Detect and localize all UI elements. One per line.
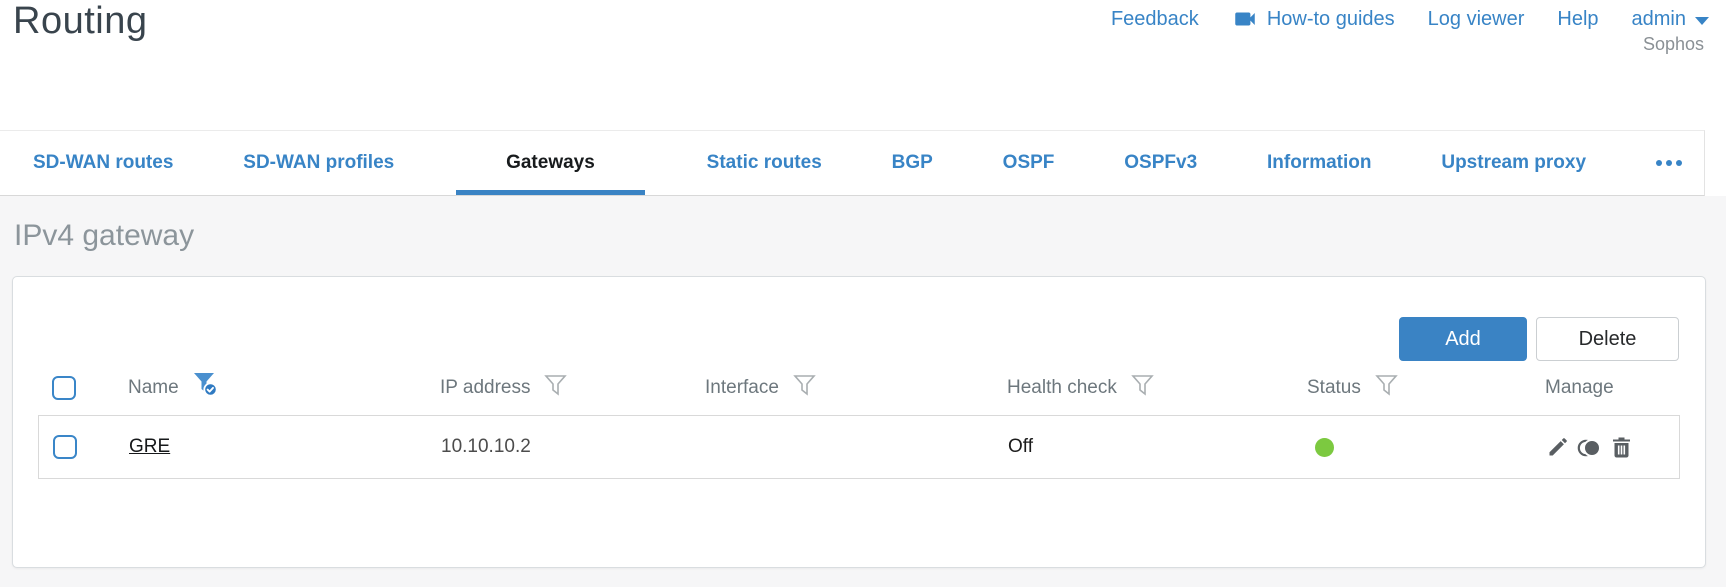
table-header-row: Name IP address Interface Health check S…	[38, 361, 1680, 415]
row-checkbox[interactable]	[53, 435, 77, 459]
tab-sdwan-routes[interactable]: SD-WAN routes	[25, 131, 181, 195]
gateway-ip-cell: 10.10.10.2	[441, 436, 531, 457]
help-link[interactable]: Help	[1557, 8, 1598, 31]
filter-active-icon[interactable]	[193, 372, 222, 404]
brand-label: Sophos	[1642, 34, 1704, 54]
page-title: Routing	[13, 0, 148, 42]
content-area: IPv4 gateway Add Delete Name IP address …	[0, 196, 1726, 587]
admin-menu[interactable]: admin	[1632, 8, 1709, 31]
log-viewer-link[interactable]: Log viewer	[1428, 8, 1525, 31]
ipv4-gateway-card: Add Delete Name IP address Interface Hea…	[12, 276, 1706, 568]
video-camera-icon	[1232, 6, 1258, 32]
gateway-table: Name IP address Interface Health check S…	[38, 361, 1680, 479]
add-button[interactable]: Add	[1399, 317, 1527, 361]
caret-down-icon	[1695, 16, 1709, 25]
filter-icon[interactable]	[1375, 374, 1398, 403]
section-heading: IPv4 gateway	[14, 219, 195, 252]
howto-guides-link[interactable]: How-to guides	[1232, 6, 1395, 32]
gateway-health-check-cell: Off	[1008, 436, 1033, 457]
top-nav: Feedback How-to guides Log viewer Help a…	[1111, 6, 1709, 32]
filter-icon[interactable]	[793, 374, 816, 403]
column-header-name[interactable]: Name	[128, 372, 440, 404]
routing-tab-bar: SD-WAN routes SD-WAN profiles Gateways S…	[0, 130, 1705, 196]
feedback-link[interactable]: Feedback	[1111, 8, 1199, 31]
tab-upstream-proxy[interactable]: Upstream proxy	[1433, 131, 1594, 195]
edit-icon[interactable]	[1546, 435, 1570, 459]
tab-bgp[interactable]: BGP	[884, 131, 941, 195]
select-all-checkbox[interactable]	[52, 376, 76, 400]
delete-button[interactable]: Delete	[1536, 317, 1679, 361]
column-header-manage: Manage	[1545, 377, 1614, 398]
gateway-name-link[interactable]: GRE	[129, 436, 170, 457]
gateway-manage-cell	[1546, 435, 1679, 459]
filter-icon[interactable]	[544, 374, 568, 403]
table-row: GRE 10.10.10.2 Off	[39, 416, 1679, 478]
status-up-indicator	[1315, 437, 1334, 457]
column-header-interface[interactable]: Interface	[705, 374, 1007, 403]
tab-sdwan-profiles[interactable]: SD-WAN profiles	[235, 131, 402, 195]
filter-icon[interactable]	[1131, 374, 1154, 403]
tab-ospfv3[interactable]: OSPFv3	[1116, 131, 1205, 195]
more-tabs-button[interactable]	[1648, 131, 1690, 195]
page-header: Routing Feedback How-to guides Log viewe…	[0, 0, 1726, 130]
ellipsis-icon	[1655, 160, 1662, 166]
gateway-status-cell	[1308, 437, 1546, 457]
tab-ospf[interactable]: OSPF	[995, 131, 1063, 195]
column-header-status[interactable]: Status	[1307, 374, 1545, 403]
table-body: GRE 10.10.10.2 Off	[38, 415, 1680, 479]
gateway-name-cell: GRE	[129, 436, 441, 458]
card-toolbar: Add Delete	[13, 277, 1705, 361]
clone-icon[interactable]	[1577, 435, 1603, 459]
trash-icon[interactable]	[1610, 435, 1633, 459]
column-header-ip-address[interactable]: IP address	[440, 374, 705, 403]
column-header-health-check[interactable]: Health check	[1007, 374, 1307, 403]
tab-static-routes[interactable]: Static routes	[699, 131, 830, 195]
tab-information[interactable]: Information	[1259, 131, 1380, 195]
tab-gateways[interactable]: Gateways	[456, 131, 645, 195]
